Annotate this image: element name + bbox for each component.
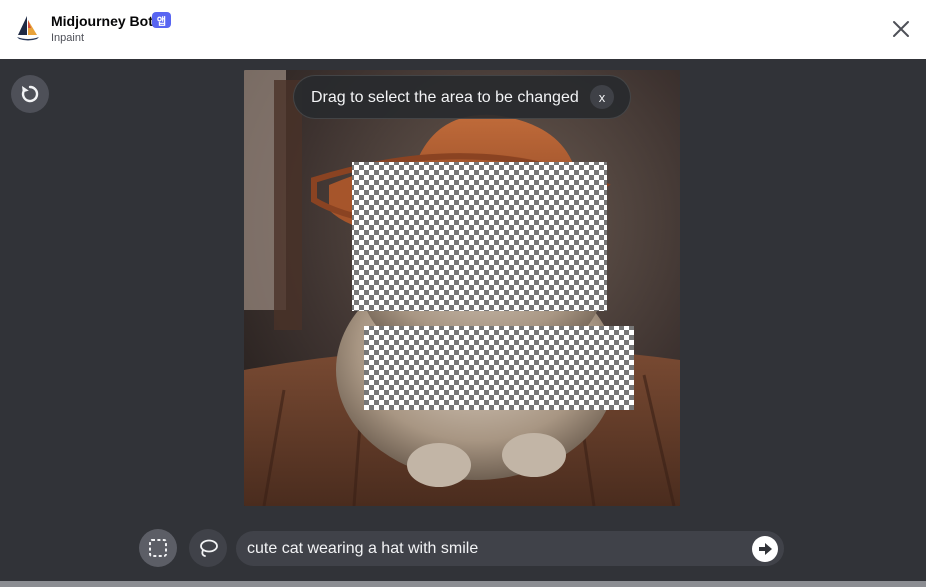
app-badge: 앱 <box>152 12 171 28</box>
undo-icon <box>21 85 39 103</box>
bottom-edge <box>0 581 926 587</box>
bot-name: Midjourney Bot <box>51 13 153 29</box>
tooltip-close-button[interactable]: x <box>590 85 614 109</box>
tooltip-text: Drag to select the area to be changed <box>311 89 579 106</box>
drag-instruction-tooltip: Drag to select the area to be changed x <box>293 75 631 119</box>
inpaint-canvas[interactable] <box>244 70 680 506</box>
prompt-input[interactable] <box>247 531 747 566</box>
dialog-subtitle: Inpaint <box>51 32 85 44</box>
close-button[interactable] <box>888 16 914 42</box>
rectangle-select-button[interactable] <box>139 529 177 567</box>
reset-button[interactable] <box>11 75 49 113</box>
send-button[interactable] <box>752 536 778 562</box>
header-bar: Midjourney Bot 앱 Inpaint <box>0 0 926 59</box>
lasso-select-icon <box>200 539 218 557</box>
close-icon <box>893 21 909 37</box>
cat-photo <box>244 70 680 506</box>
rectangle-select-icon <box>149 539 167 557</box>
lasso-select-button[interactable] <box>189 529 227 567</box>
midjourney-sailboat-logo <box>17 16 39 41</box>
prompt-bar <box>236 531 784 566</box>
arrow-right-icon <box>759 543 772 555</box>
